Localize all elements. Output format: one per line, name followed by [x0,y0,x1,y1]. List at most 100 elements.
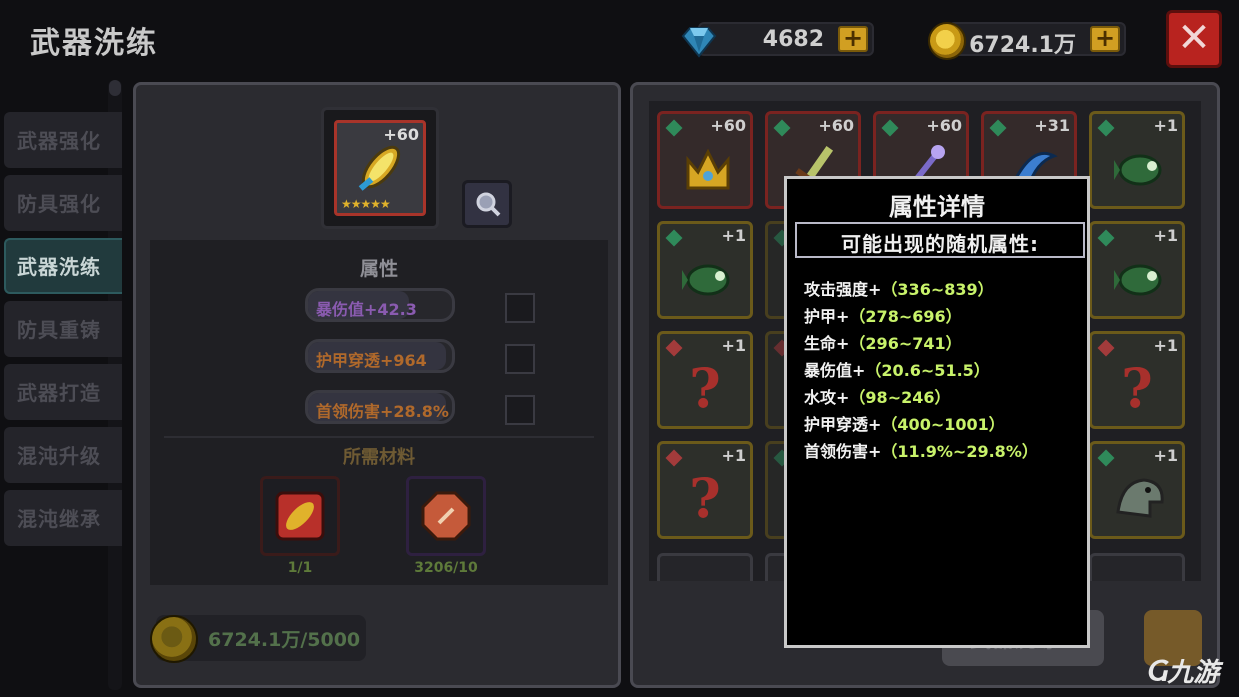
rarity-gem-icon [1097,449,1115,467]
rarity-gem-icon [665,229,683,247]
diamond-icon [681,27,717,58]
popup-subtitle: 可能出现的随机属性: [795,222,1085,258]
attribute-name: 攻击强度+ [804,280,882,299]
cell-level: +60 [818,116,854,135]
inventory-cell[interactable]: +1 [657,221,753,319]
inventory-cell[interactable]: +1? [657,331,753,429]
inventory-cell[interactable] [1089,553,1185,581]
fish-icon [682,264,730,296]
attribute-name: 护甲+ [804,307,850,326]
random-attribute-line: 护甲穿透+（400~1001） [804,411,1005,435]
sidebar-item-chaos-inherit[interactable]: 混沌继承 [4,490,122,546]
rarity-gem-icon [773,119,791,137]
random-attribute-line: 生命+（296~741） [804,330,962,354]
cell-level: +1 [1153,116,1178,135]
fish-icon [1114,264,1162,296]
cell-level: +1 [721,336,746,355]
sidebar: 武器强化 防具强化 武器洗练 防具重铸 武器打造 混沌升级 混沌继承 [4,112,122,553]
magnifier-icon [476,192,501,217]
inventory-cell[interactable]: +1? [657,441,753,539]
selected-weapon-slot[interactable]: +60 ★★★★★ [321,107,439,229]
attribute-range: （20.6~51.5） [865,361,990,380]
sidebar-item-armor-enhance[interactable]: 防具强化 [4,175,122,231]
attribute-details-popup: 属性详情 可能出现的随机属性: 攻击强度+（336~839） 护甲+（278~69… [784,176,1090,648]
scroll-thumb[interactable] [109,80,121,96]
attribute-range: （278~696） [849,307,962,326]
add-gems-button[interactable]: + [838,26,868,52]
lock-checkbox-3[interactable] [505,395,535,425]
lock-checkbox-1[interactable] [505,293,535,323]
cost-bar: 6724.1万/5000 [150,615,366,663]
inventory-cell[interactable]: +60 [657,111,753,209]
divider [164,436,594,438]
random-attribute-line: 水攻+（98~246） [804,384,951,408]
gold-amount: 6724.1万 [969,33,1076,58]
gem-amount: 4682 [762,27,824,52]
inventory-cell[interactable]: +1 [1089,441,1185,539]
reroll-stone-icon [275,491,325,541]
attribute-label-2: 护甲穿透+964 [316,351,427,370]
inspect-button[interactable] [462,180,512,228]
material-count-2: 3206/10 [414,560,478,576]
material-slot-2[interactable] [406,476,486,556]
attribute-pill-1: 暴伤值+42.3 [305,288,455,322]
cell-level: +1 [721,226,746,245]
sidebar-item-weapon-enhance[interactable]: 武器强化 [4,112,122,168]
gem-counter: 4682 + [681,22,874,58]
inventory-cell[interactable]: +1 [1089,221,1185,319]
cost-text: 6724.1万/5000 [208,629,361,651]
rarity-gem-icon [665,119,683,137]
cell-level: +1 [721,446,746,465]
fish-icon [1114,154,1162,186]
attribute-name: 首领伤害+ [804,442,882,461]
unknown-item-icon: ? [1121,356,1153,420]
sidebar-item-weapon-craft[interactable]: 武器打造 [4,364,122,420]
watermark-logo: Ⴚ九游 [1146,658,1220,688]
dino-icon [1116,478,1164,518]
rarity-gem-icon [1097,339,1115,357]
sidebar-item-chaos-upgrade[interactable]: 混沌升级 [4,427,122,483]
cell-level: +1 [1153,336,1178,355]
sidebar-item-armor-reforge[interactable]: 防具重铸 [4,301,122,357]
inventory-cell[interactable] [657,553,753,581]
attribute-range: （336~839） [881,280,994,299]
cell-level: +60 [926,116,962,135]
coin-icon [150,615,198,663]
attributes-title: 属性 [359,258,398,280]
watermark-text: 九游 [1167,658,1220,688]
attribute-area: 属性 暴伤值+42.3 护甲穿透+964 首领伤害+28.8% 所需材料 1/1 [150,240,608,585]
popup-title: 属性详情 [889,193,985,221]
close-button[interactable]: ✕ [1166,10,1222,68]
octagon-stone-icon [421,491,471,541]
attribute-pill-2: 护甲穿透+964 [305,339,455,373]
rarity-gem-icon [665,449,683,467]
rarity-gem-icon [665,339,683,357]
weapon-frame: +60 ★★★★★ [334,120,426,216]
inventory-cell[interactable]: +1? [1089,331,1185,429]
attribute-range: （400~1001） [881,415,1005,434]
random-attribute-line: 暴伤值+（20.6~51.5） [804,357,990,381]
lock-checkbox-2[interactable] [505,344,535,374]
cell-level: +1 [1153,446,1178,465]
material-slot-1[interactable] [260,476,340,556]
attribute-pill-3: 首领伤害+28.8% [305,390,455,424]
weapon-level: +60 [383,125,419,144]
weapon-stars: ★★★★★ [341,197,391,211]
materials-title: 所需材料 [343,447,415,468]
rarity-gem-icon [1097,229,1115,247]
random-attribute-line: 护甲+（278~696） [804,303,962,327]
gold-counter: 6724.1万 + [928,22,1126,60]
sidebar-item-weapon-reroll[interactable]: 武器洗练 [4,238,122,294]
page-title: 武器洗练 [30,26,158,61]
coin-icon [928,22,966,60]
rarity-gem-icon [989,119,1007,137]
attribute-name: 水攻+ [804,388,850,407]
inventory-cell[interactable]: +1 [1089,111,1185,209]
crown-icon [686,148,730,190]
reroll-panel: +60 ★★★★★ 属性 暴伤值+42.3 护甲穿透+964 首领伤害+28.8… [133,82,621,688]
add-gold-button[interactable]: + [1090,26,1120,52]
cell-level: +31 [1034,116,1070,135]
cell-level: +60 [710,116,746,135]
attribute-label-1: 暴伤值+42.3 [316,300,417,319]
rarity-gem-icon [881,119,899,137]
